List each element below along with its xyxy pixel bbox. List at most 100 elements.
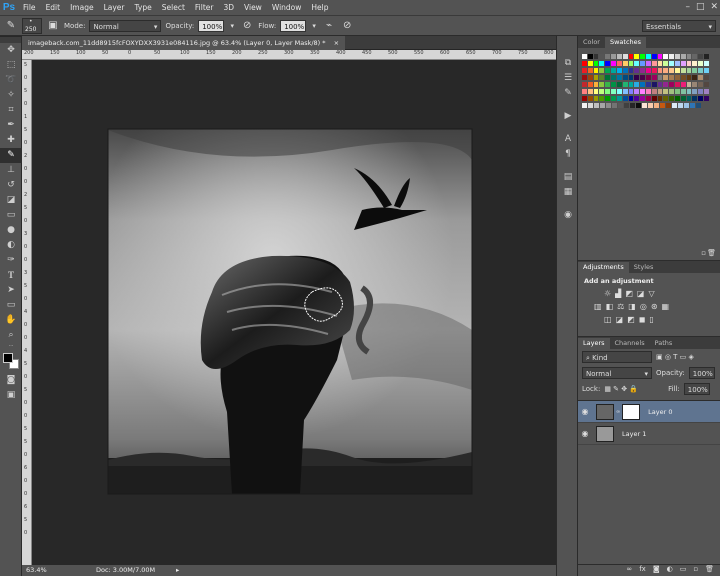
swatch[interactable] [698, 54, 704, 59]
black-white-icon[interactable]: ◨ [628, 302, 636, 311]
swatch[interactable] [634, 96, 640, 101]
swatch[interactable] [704, 96, 709, 101]
brush-tool-icon[interactable]: ✎ [0, 148, 22, 163]
new-group-icon[interactable]: ▭ [680, 565, 687, 576]
swatch[interactable] [611, 68, 616, 73]
swatch[interactable] [622, 68, 628, 73]
swatch[interactable] [628, 61, 634, 66]
swatch[interactable] [692, 96, 698, 101]
swatch[interactable] [605, 82, 611, 87]
swatch[interactable] [640, 54, 645, 59]
swatch[interactable] [680, 68, 686, 73]
document-canvas[interactable] [32, 60, 556, 565]
swatch[interactable] [669, 89, 674, 94]
eye-icon[interactable]: ◉ [578, 407, 592, 416]
swatch[interactable] [680, 61, 686, 66]
swatch[interactable] [593, 89, 599, 94]
clone-source-icon[interactable]: ◉ [557, 208, 579, 223]
swatch[interactable] [640, 68, 645, 73]
swatch[interactable] [605, 96, 611, 101]
swatch[interactable] [634, 82, 640, 87]
pen-tool-icon[interactable]: ✑ [0, 253, 22, 268]
gradient-map-icon[interactable]: ▽ [648, 289, 654, 298]
swatch[interactable] [645, 75, 651, 80]
filter-icons[interactable]: ▣ ◎ T ▭ ◈ [656, 353, 694, 361]
blur-tool-icon[interactable]: ● [0, 223, 22, 238]
swatch[interactable] [618, 103, 623, 108]
menu-view[interactable]: View [239, 0, 267, 16]
screen-mode-icon[interactable]: ▣ [0, 388, 22, 403]
info-panel-icon[interactable]: ▦ [557, 185, 579, 200]
swatch[interactable] [634, 89, 640, 94]
swatch[interactable] [587, 89, 593, 94]
swatch[interactable] [628, 75, 634, 80]
swatch[interactable] [645, 89, 651, 94]
swatch[interactable] [686, 96, 692, 101]
eraser-tool-icon[interactable]: ◪ [0, 193, 22, 208]
gradient-tool-icon[interactable]: ▭ [0, 208, 22, 223]
swatch[interactable] [605, 54, 611, 59]
vibrance-icon[interactable]: ▥ [594, 302, 602, 311]
swatch[interactable] [672, 103, 677, 108]
swatch[interactable] [651, 54, 657, 59]
character-panel-icon[interactable]: A [557, 132, 579, 147]
tab-adjustments[interactable]: Adjustments [578, 262, 629, 273]
swatch[interactable] [686, 75, 692, 80]
swatch[interactable] [628, 89, 634, 94]
swatch[interactable] [611, 89, 616, 94]
swatch[interactable] [622, 61, 628, 66]
swatch-grid[interactable] [582, 54, 710, 110]
swatch[interactable] [663, 61, 669, 66]
swatch[interactable] [686, 54, 692, 59]
swatch[interactable] [704, 68, 709, 73]
swatch[interactable] [675, 54, 680, 59]
swatch[interactable] [634, 75, 640, 80]
swatch[interactable] [582, 82, 587, 87]
hue-saturation-icon[interactable]: ◧ [606, 302, 614, 311]
menu-filter[interactable]: Filter [190, 0, 219, 16]
gradient-icon[interactable]: ▯ [649, 315, 653, 324]
lock-icons[interactable]: ▦ ✎ ✥ 🔒 [604, 385, 638, 393]
swatch[interactable] [628, 54, 634, 59]
swatch[interactable] [704, 61, 709, 66]
swatch[interactable] [611, 61, 616, 66]
swatch[interactable] [622, 75, 628, 80]
swatch[interactable] [582, 96, 587, 101]
swatch[interactable] [686, 89, 692, 94]
swatch[interactable] [599, 89, 605, 94]
swatch[interactable] [675, 68, 680, 73]
quick-select-tool-icon[interactable]: ✧ [0, 88, 22, 103]
swatch[interactable] [645, 82, 651, 87]
swatch[interactable] [612, 103, 617, 108]
flow-input[interactable]: 100% [280, 19, 307, 32]
swatch[interactable] [651, 96, 657, 101]
swatch[interactable] [640, 75, 645, 80]
swatch[interactable] [642, 103, 647, 108]
swatch[interactable] [680, 54, 686, 59]
swatch[interactable] [686, 68, 692, 73]
swatch[interactable] [587, 96, 593, 101]
swatch[interactable] [593, 54, 599, 59]
opacity-input[interactable]: 100% [198, 19, 225, 32]
brush-tool-icon[interactable]: ✎ [4, 20, 18, 31]
swatch[interactable] [582, 103, 587, 108]
eye-icon[interactable]: ◉ [578, 429, 592, 438]
new-layer-icon[interactable]: ▫ [693, 565, 698, 576]
swatch[interactable] [675, 82, 680, 87]
brush-preset-picker[interactable]: • 250 [22, 17, 42, 34]
swatch[interactable] [593, 75, 599, 80]
trash-icon[interactable]: 🗑 [707, 249, 716, 257]
swatch[interactable] [684, 103, 689, 108]
posterize-icon[interactable]: ◪ [616, 315, 624, 324]
pressure-size-icon[interactable]: ⊘ [340, 20, 354, 31]
swatch[interactable] [645, 61, 651, 66]
swatch[interactable] [611, 96, 616, 101]
dodge-tool-icon[interactable]: ◐ [0, 238, 22, 253]
swatch[interactable] [645, 96, 651, 101]
swatch[interactable] [669, 61, 674, 66]
swatch[interactable] [634, 68, 640, 73]
tab-color[interactable]: Color [578, 37, 605, 48]
swatch[interactable] [582, 75, 587, 80]
hand-tool-icon[interactable]: ✋ [0, 313, 22, 328]
shape-tool-icon[interactable]: ▭ [0, 298, 22, 313]
